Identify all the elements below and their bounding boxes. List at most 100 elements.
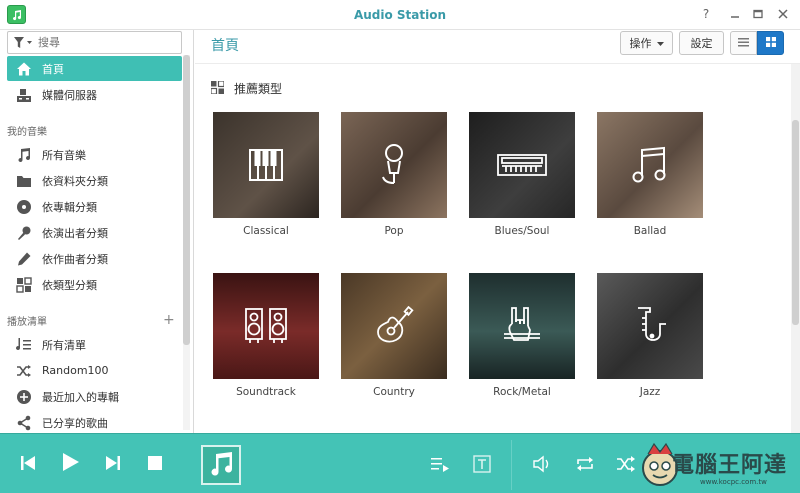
music-note-icon: [207, 450, 235, 481]
page-title: 首頁: [211, 38, 239, 54]
sidebar-item-by-genre[interactable]: 依類型分類: [7, 272, 182, 297]
genre-label: Jazz: [639, 386, 661, 398]
stop-icon[interactable]: [143, 451, 167, 475]
queue-icon[interactable]: [428, 452, 452, 476]
sidebar-item-by-album[interactable]: 依專輯分類: [7, 194, 182, 219]
genre-label: Country: [373, 386, 415, 398]
previous-icon[interactable]: [16, 451, 40, 475]
genre-tile-ballad[interactable]: [597, 112, 703, 218]
saxophone-icon: [597, 273, 703, 379]
search-box[interactable]: [7, 31, 182, 54]
search-input[interactable]: [38, 34, 178, 51]
music-note-icon: [597, 112, 703, 218]
minimize-icon[interactable]: [727, 6, 743, 22]
sidebar-item-media-server[interactable]: 媒體伺服器: [7, 82, 182, 107]
album-icon: [16, 199, 32, 215]
maximize-icon[interactable]: [750, 6, 766, 22]
filter-icon[interactable]: [13, 36, 35, 50]
shuffle-icon[interactable]: [614, 452, 638, 476]
divider: [195, 63, 800, 64]
lyrics-icon[interactable]: [470, 452, 494, 476]
section-label-playlists: 播放清單: [7, 317, 47, 328]
playlist-icon: [16, 337, 32, 353]
sidebar-item-label: 依資料夾分類: [42, 174, 108, 188]
keyboard-icon: [469, 112, 575, 218]
close-icon[interactable]: [775, 6, 791, 22]
window-title: Audio Station: [353, 8, 447, 22]
main-scrollbar-thumb[interactable]: [792, 120, 799, 325]
media-server-icon: [16, 87, 32, 103]
section-label-my-music: 我的音樂: [7, 127, 47, 138]
pen-icon: [16, 251, 32, 267]
speakers-icon: [213, 273, 319, 379]
plus-circle-icon: [16, 389, 32, 405]
section-header: 推薦類型: [210, 79, 283, 97]
shuffle-icon: [16, 363, 32, 379]
sidebar-item-label: 依類型分類: [42, 278, 97, 292]
genre-tile-rock-metal[interactable]: [469, 273, 575, 379]
actions-button-label: 操作: [629, 37, 652, 50]
genre-tile-soundtrack[interactable]: [213, 273, 319, 379]
watermark-url: www.kocpc.com.tw: [700, 478, 767, 486]
music-note-icon: [16, 147, 32, 163]
share-icon: [16, 415, 32, 431]
sidebar: 首頁 媒體伺服器 我的音樂 所有音樂 依資料夾分類 依專輯分類 依演出者分類: [0, 30, 194, 433]
title-bar: Audio Station ?: [0, 0, 800, 30]
genre-tile-blues-soul[interactable]: [469, 112, 575, 218]
genre-label: Rock/Metal: [493, 386, 551, 398]
section-title: 推薦類型: [234, 82, 283, 96]
sidebar-item-random100[interactable]: Random100: [7, 358, 182, 383]
genre-label: Classical: [243, 225, 289, 237]
repeat-icon[interactable]: [573, 452, 597, 476]
genre-tile-country[interactable]: [341, 273, 447, 379]
divider: [511, 440, 512, 490]
sidebar-item-by-composer[interactable]: 依作曲者分類: [7, 246, 182, 271]
sidebar-scrollbar-thumb[interactable]: [183, 55, 190, 345]
home-icon: [16, 61, 32, 77]
sidebar-item-by-folder[interactable]: 依資料夾分類: [7, 168, 182, 193]
settings-button-label: 設定: [690, 37, 713, 50]
actions-button[interactable]: 操作: [620, 31, 673, 55]
sidebar-item-label: 依作曲者分類: [42, 252, 108, 266]
microphone-icon: [341, 112, 447, 218]
grid-icon: [210, 79, 225, 97]
grid-view-icon: [765, 36, 776, 50]
guitar-icon: [341, 273, 447, 379]
settings-button[interactable]: 設定: [679, 31, 724, 55]
genre-tile-pop[interactable]: [341, 112, 447, 218]
list-view-icon: [738, 37, 749, 50]
sidebar-item-all-music[interactable]: 所有音樂: [7, 142, 182, 167]
sidebar-item-label: 依演出者分類: [42, 226, 108, 240]
folder-icon: [16, 173, 32, 189]
sidebar-item-recently-added[interactable]: 最近加入的專輯: [7, 384, 182, 409]
sidebar-item-label: 已分享的歌曲: [42, 416, 108, 430]
next-icon[interactable]: [101, 451, 125, 475]
sidebar-item-shared-songs[interactable]: 已分享的歌曲: [7, 410, 182, 433]
album-art[interactable]: [201, 445, 241, 485]
list-view-button[interactable]: [730, 31, 757, 55]
rock-hand-icon: [469, 273, 575, 379]
play-icon[interactable]: [58, 450, 82, 474]
sidebar-item-label: 所有清單: [42, 338, 86, 352]
sidebar-item-by-artist[interactable]: 依演出者分類: [7, 220, 182, 245]
sidebar-item-label: 媒體伺服器: [42, 88, 97, 102]
microphone-icon: [16, 225, 32, 241]
add-playlist-icon[interactable]: +: [163, 312, 175, 328]
piano-icon: [213, 112, 319, 218]
genre-label: Pop: [384, 225, 404, 237]
sidebar-item-label: 所有音樂: [42, 148, 86, 162]
sidebar-item-label: 首頁: [42, 62, 64, 76]
chevron-down-icon: [656, 37, 664, 50]
sidebar-item-all-playlists[interactable]: 所有清單: [7, 332, 182, 357]
sidebar-item-label: 最近加入的專輯: [42, 390, 119, 404]
genre-tile-jazz[interactable]: [597, 273, 703, 379]
genre-label: Soundtrack: [236, 386, 296, 398]
volume-icon[interactable]: [530, 452, 554, 476]
genre-tile-classical[interactable]: [213, 112, 319, 218]
sidebar-item-home[interactable]: 首頁: [7, 56, 182, 81]
help-icon[interactable]: ?: [698, 6, 714, 22]
watermark-text: 電腦王阿達: [672, 453, 788, 478]
main-panel: 首頁 操作 設定 推薦類型 Classical Pop Blues/Soul B…: [195, 30, 800, 433]
sidebar-item-label: Random100: [42, 364, 109, 377]
grid-view-button[interactable]: [757, 31, 784, 55]
